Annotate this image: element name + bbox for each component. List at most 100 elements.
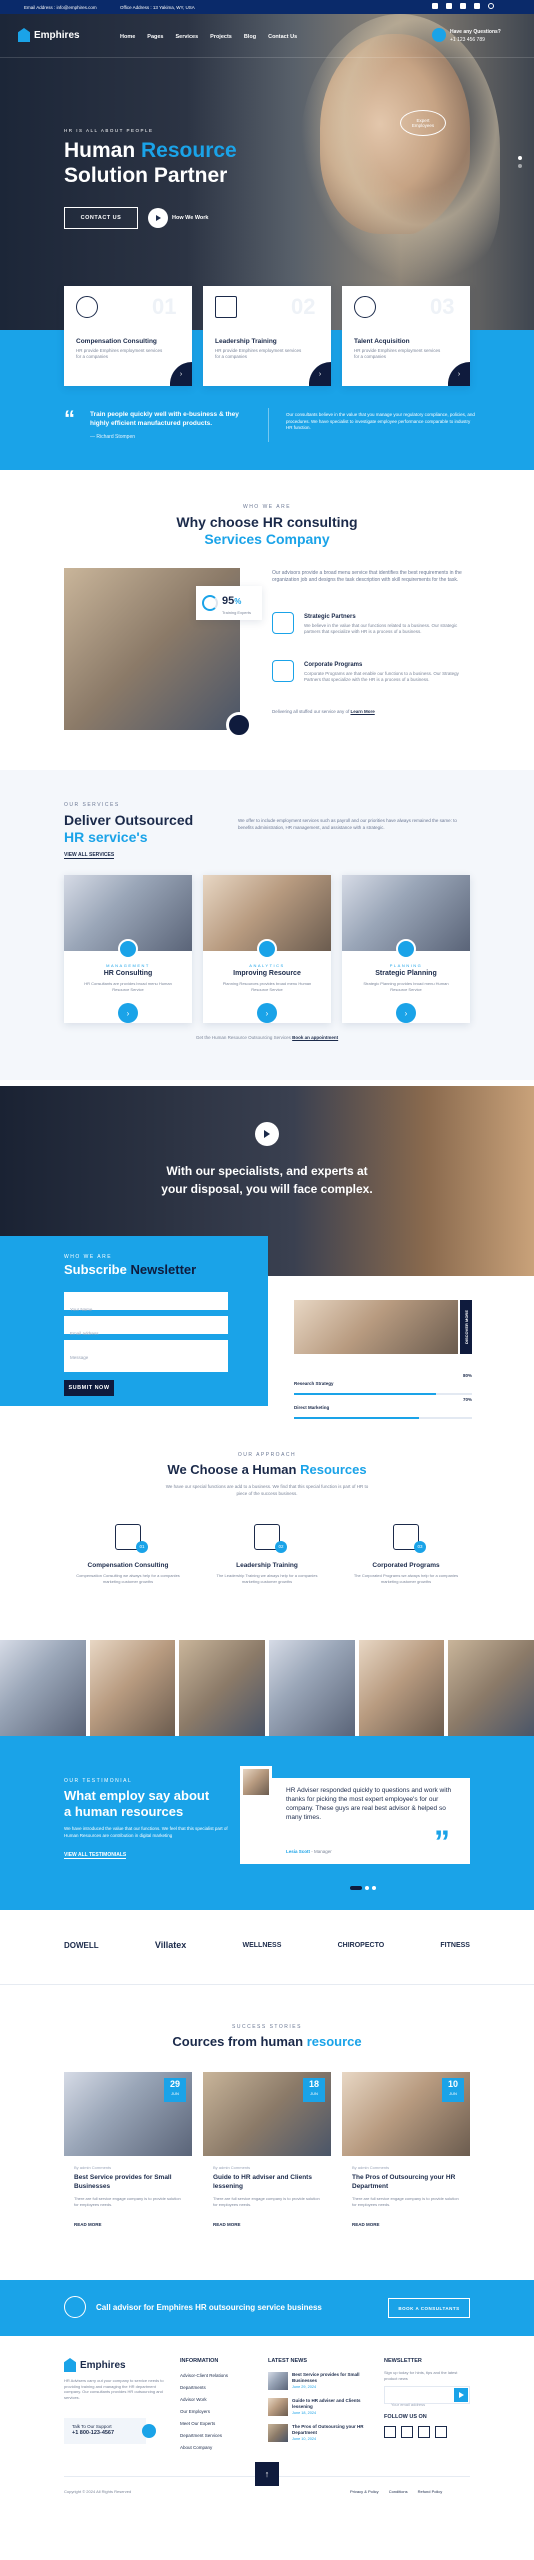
hero-card-3[interactable]: 03 Talent Acquisition HR provide Emphire… bbox=[342, 286, 470, 386]
news-item-2[interactable]: Guide to HR adviser and Clients lessenin… bbox=[268, 2398, 368, 2418]
service-card-2[interactable]: ANALYTICS Improving Resource Planning Re… bbox=[203, 875, 331, 1023]
newsletter-title: NEWSLETTER bbox=[384, 2358, 422, 2364]
logo[interactable]: Emphires bbox=[18, 28, 80, 42]
services-view-all[interactable]: VIEW ALL SERVICES bbox=[64, 852, 115, 859]
discover-tag[interactable]: DISCOVER MORE bbox=[460, 1300, 472, 1354]
services-footer-link[interactable]: Book an appointment bbox=[292, 1035, 338, 1040]
gallery-image[interactable] bbox=[89, 1640, 176, 1736]
gallery-image[interactable] bbox=[0, 1640, 86, 1736]
post-title[interactable]: Guide to HR adviser and Clients lessenin… bbox=[213, 2174, 323, 2191]
info-link[interactable]: Our Employers bbox=[180, 2408, 228, 2415]
message-field[interactable]: Message bbox=[64, 1340, 228, 1372]
approach-title: Compensation Consulting bbox=[87, 1562, 169, 1569]
privacy-link[interactable]: Privacy & Policy bbox=[350, 2488, 379, 2495]
blog-post-2[interactable]: 18 JUN By admin Comments Guide to HR adv… bbox=[203, 2072, 331, 2242]
gallery-image[interactable] bbox=[179, 1640, 266, 1736]
post-month: JUN bbox=[171, 2091, 179, 2096]
gallery-image[interactable] bbox=[269, 1640, 355, 1736]
nav-services[interactable]: Services bbox=[176, 33, 199, 41]
post-read-more[interactable]: READ MORE bbox=[74, 2222, 102, 2227]
approach-title: Leadership Training bbox=[236, 1562, 298, 1569]
blog-title-accent: resource bbox=[306, 2034, 362, 2049]
blog-post-1[interactable]: 29 JUN By admin Comments Best Service pr… bbox=[64, 2072, 192, 2242]
testimonial-name: Lesia Scott bbox=[286, 1849, 311, 1854]
scroll-top-button[interactable]: ↑ bbox=[255, 2462, 279, 2486]
nav-home[interactable]: Home bbox=[120, 33, 135, 41]
news-item-1[interactable]: Best Service provides for Small Business… bbox=[268, 2372, 368, 2392]
post-read-more[interactable]: READ MORE bbox=[213, 2222, 241, 2227]
hero-how-label[interactable]: How We Work bbox=[172, 215, 208, 221]
submit-button[interactable]: SUBMIT NOW bbox=[64, 1380, 114, 1396]
service-card-3[interactable]: PLANNING Strategic Planning Strategic Pl… bbox=[342, 875, 470, 1023]
testimonial-dots[interactable] bbox=[350, 1886, 376, 1890]
play-icon bbox=[264, 1130, 270, 1138]
post-title[interactable]: The Pros of Outsourcing your HR Departme… bbox=[352, 2174, 462, 2191]
search-icon[interactable] bbox=[488, 3, 494, 9]
brand-logo-fitness[interactable]: FITNESS bbox=[440, 1942, 470, 1949]
hero-card-1[interactable]: 01 Compensation Consulting HR provide Em… bbox=[64, 286, 192, 386]
top-email[interactable]: Email Address : info@emphires.com bbox=[24, 4, 97, 11]
hero-play-button[interactable] bbox=[148, 208, 168, 228]
post-text: There are full service engage company is… bbox=[74, 2196, 181, 2207]
instagram-icon[interactable] bbox=[474, 3, 480, 9]
info-link[interactable]: Department Services bbox=[180, 2432, 228, 2439]
service-arrow-button[interactable]: › bbox=[118, 1003, 138, 1023]
nav-blog[interactable]: Blog bbox=[244, 33, 256, 41]
video-play-button[interactable] bbox=[255, 1122, 279, 1146]
hero-slider-dots[interactable] bbox=[518, 156, 522, 168]
brand-logo-chiropecto[interactable]: CHIROPECTO bbox=[338, 1942, 385, 1949]
facebook-icon[interactable] bbox=[384, 2426, 396, 2438]
post-read-more[interactable]: READ MORE bbox=[352, 2222, 380, 2227]
post-title[interactable]: Best Service provides for Small Business… bbox=[74, 2174, 184, 2191]
why-footer-link[interactable]: Learn More bbox=[350, 709, 374, 714]
facebook-icon[interactable] bbox=[432, 3, 438, 9]
card-number: 01 bbox=[152, 294, 177, 319]
brand-logo-wellness[interactable]: WELLNESS bbox=[243, 1942, 282, 1949]
footer-logo-text: Emphires bbox=[80, 2359, 126, 2371]
gallery-image[interactable] bbox=[358, 1640, 445, 1736]
approach-title-1: We Choose a Human bbox=[167, 1462, 301, 1477]
info-link[interactable]: Advisor Work bbox=[180, 2396, 228, 2403]
footer-logo[interactable]: Emphires bbox=[64, 2358, 126, 2372]
email-field[interactable]: Email address bbox=[64, 1316, 228, 1336]
conditions-link[interactable]: Conditions bbox=[389, 2488, 408, 2495]
testimonial-text: We have introduced the value that our fu… bbox=[64, 1826, 228, 1838]
skill-label: Direct Marketing bbox=[294, 1405, 330, 1410]
news-item-3[interactable]: The Pros of Outsourcing your HR Departme… bbox=[268, 2424, 368, 2444]
cta-button[interactable]: BOOK A CONSULTANTS bbox=[388, 2298, 470, 2318]
nav-contact[interactable]: Contact Us bbox=[268, 33, 297, 41]
linkedin-icon[interactable] bbox=[418, 2426, 430, 2438]
twitter-icon[interactable] bbox=[401, 2426, 413, 2438]
support-label: Talk To Our Support bbox=[72, 2424, 112, 2429]
info-link[interactable]: Advisor-Client Relations bbox=[180, 2372, 228, 2379]
gallery-image[interactable] bbox=[448, 1640, 534, 1736]
card-title: Compensation Consulting bbox=[76, 338, 157, 345]
testimonial-view-all[interactable]: VIEW ALL TESTIMONIALS bbox=[64, 1852, 127, 1859]
refund-link[interactable]: Refund Policy bbox=[418, 2488, 443, 2495]
card-arrow-button[interactable]: › bbox=[448, 362, 470, 386]
logo-icon bbox=[18, 28, 30, 42]
linkedin-icon[interactable] bbox=[460, 3, 466, 9]
info-link[interactable]: Departments bbox=[180, 2384, 228, 2391]
nav-phone[interactable]: +1 123 456 789 bbox=[450, 37, 485, 43]
service-arrow-button[interactable]: › bbox=[396, 1003, 416, 1023]
instagram-icon[interactable] bbox=[435, 2426, 447, 2438]
card-arrow-button[interactable]: › bbox=[309, 362, 331, 386]
nav-pages[interactable]: Pages bbox=[147, 33, 163, 41]
service-arrow-button[interactable]: › bbox=[257, 1003, 277, 1023]
service-card-1[interactable]: MANAGEMENT HR Consulting HR Consultants … bbox=[64, 875, 192, 1023]
service-tag: MANAGEMENT bbox=[106, 963, 150, 968]
info-link[interactable]: About Company bbox=[180, 2444, 228, 2451]
card-arrow-button[interactable]: › bbox=[170, 362, 192, 386]
hero-contact-button[interactable]: CONTACT US bbox=[64, 207, 138, 229]
footer-support[interactable]: Talk To Our Support +1 800-123-4567 bbox=[64, 2418, 146, 2444]
brand-logo-dowell[interactable]: DOWELL bbox=[64, 1941, 99, 1950]
name-field[interactable]: Your Name bbox=[64, 1292, 228, 1312]
nav-projects[interactable]: Projects bbox=[210, 33, 232, 41]
info-link[interactable]: Meet Our Experts bbox=[180, 2420, 228, 2427]
blog-post-3[interactable]: 10 JUN By admin Comments The Pros of Out… bbox=[342, 2072, 470, 2242]
send-button[interactable] bbox=[454, 2388, 468, 2402]
brand-logo-villatex[interactable]: Villatex bbox=[155, 1940, 186, 1950]
hero-card-2[interactable]: 02 Leadership Training HR provide Emphir… bbox=[203, 286, 331, 386]
twitter-icon[interactable] bbox=[446, 3, 452, 9]
